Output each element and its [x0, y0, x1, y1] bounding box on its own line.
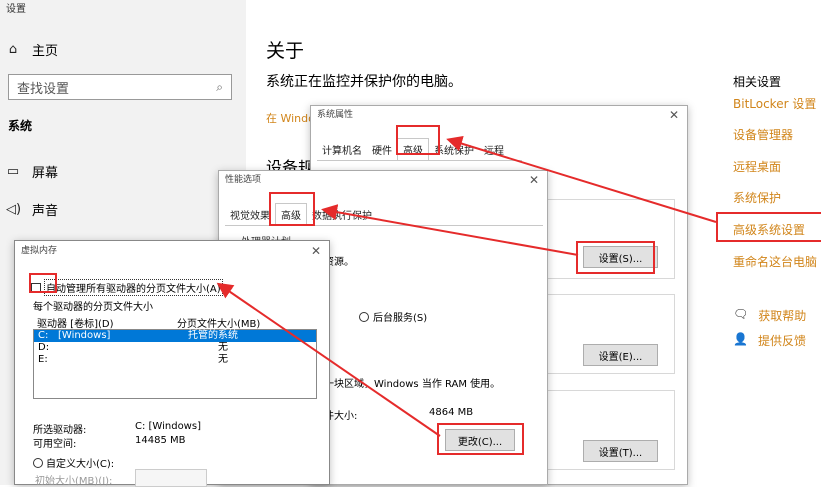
- arrow-to-advanced-tab: [446, 135, 717, 223]
- annotation-arrows: [216, 135, 717, 437]
- arrow-to-auto-manage: [216, 282, 441, 437]
- arrow-to-perf-advanced-tab: [321, 204, 579, 256]
